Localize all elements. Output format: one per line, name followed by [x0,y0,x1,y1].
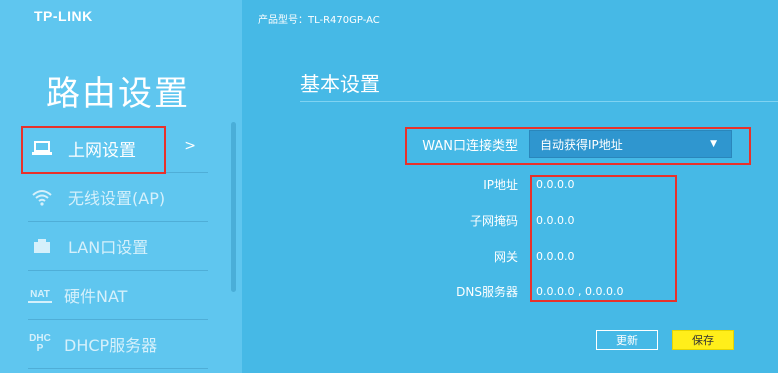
sidebar-item-hardware-nat[interactable]: NAT 硬件NAT [28,271,208,320]
save-button[interactable]: 保存 [672,330,734,350]
lan-port-icon [28,234,56,258]
sidebar-item-label: LAN口设置 [68,238,149,257]
sidebar-item-dhcp[interactable]: DHCP DHCP服务器 [28,320,208,369]
highlight-box-field-values [530,175,677,302]
sidebar-title: 路由设置 [46,74,190,114]
chevron-right-icon: > [184,138,196,154]
gateway-value: 0.0.0.0 [536,250,575,263]
highlight-box-internet-settings [21,126,166,174]
sidebar-item-lan[interactable]: LAN口设置 [28,222,208,271]
title-divider [300,101,778,102]
page-title: 基本设置 [300,72,380,96]
wan-type-select[interactable]: 自动获得IP地址 ▼ [529,130,732,158]
chevron-down-icon: ▼ [710,139,717,149]
sidebar-item-label: 无线设置(AP) [68,189,166,208]
sidebar-item-wireless[interactable]: 无线设置(AP) [28,173,208,222]
sidebar-scrollbar[interactable] [231,122,236,292]
refresh-button[interactable]: 更新 [596,330,658,350]
dns-server-value: 0.0.0.0 , 0.0.0.0 [536,285,624,298]
sidebar-item-label: 硬件NAT [64,287,128,306]
dns-server-label: DNS服务器 [456,285,518,299]
sidebar: TP-LINK 路由设置 上网设置 > 无线设置(AP) LAN口设置 NAT … [0,0,242,373]
subnet-mask-label: 子网掩码 [469,214,518,228]
nat-icon: NAT [28,287,52,303]
ip-address-value: 0.0.0.0 [536,178,575,191]
tp-link-logo: TP-LINK [34,8,93,24]
wan-type-label: WAN口连接类型 [422,139,518,154]
wan-type-value: 自动获得IP地址 [540,137,623,152]
subnet-mask-value: 0.0.0.0 [536,214,575,227]
model-number: 产品型号：TL-R470GP-AC [258,15,380,26]
sidebar-item-label: DHCP服务器 [64,336,158,355]
wifi-icon [28,185,56,209]
ip-address-label: IP地址 [483,178,518,192]
gateway-label: 网关 [493,250,518,264]
dhcp-icon: DHCP [29,333,51,354]
